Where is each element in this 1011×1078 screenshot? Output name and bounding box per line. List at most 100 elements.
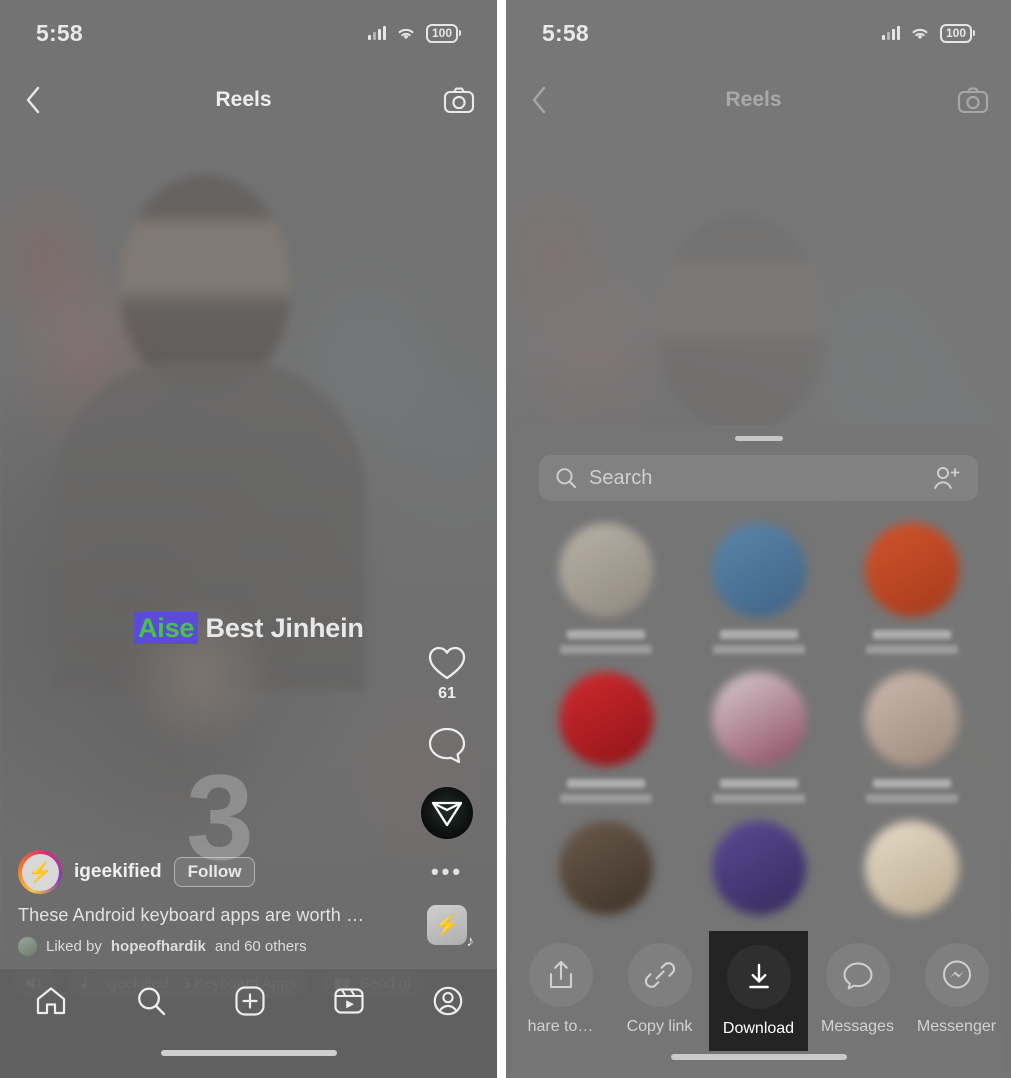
messenger-button[interactable]: Messenger bbox=[907, 931, 1006, 1036]
drag-handle-icon[interactable] bbox=[734, 436, 783, 441]
cellular-bars-icon bbox=[367, 26, 386, 40]
camera-icon[interactable] bbox=[957, 86, 989, 114]
contact-handle bbox=[559, 794, 652, 803]
reels-icon[interactable] bbox=[333, 985, 365, 1017]
download-icon bbox=[726, 945, 791, 1009]
liked-by-suffix: and 60 others bbox=[214, 938, 307, 955]
chevron-left-icon[interactable] bbox=[528, 83, 550, 117]
contact-name bbox=[872, 779, 951, 788]
link-icon bbox=[627, 943, 692, 1007]
status-indicators-right: 100 bbox=[881, 23, 975, 43]
battery-percent-right: 100 bbox=[939, 23, 972, 43]
phone-left-reel-view: 5:58 100 Reels Aise Best Jinhein 3 61 ••… bbox=[0, 0, 497, 1078]
status-bar-right: 5:58 100 bbox=[506, 0, 1011, 66]
copy-link-button[interactable]: Copy link bbox=[610, 931, 709, 1036]
home-icon[interactable] bbox=[34, 985, 68, 1017]
contact-grid bbox=[529, 523, 988, 915]
messages-bubble-icon bbox=[825, 943, 890, 1007]
list-item[interactable] bbox=[682, 821, 835, 915]
battery-nub-right bbox=[973, 30, 975, 36]
copy-link-label: Copy link bbox=[626, 1018, 693, 1035]
author-username[interactable]: igeekified bbox=[74, 861, 162, 883]
contact-avatar bbox=[558, 672, 653, 766]
profile-icon[interactable] bbox=[432, 985, 464, 1017]
subtitle-highlight-word: Aise bbox=[134, 612, 199, 644]
search-icon[interactable] bbox=[135, 985, 167, 1017]
music-note-badge-icon: ♪ bbox=[466, 933, 475, 950]
contact-name bbox=[872, 630, 951, 639]
contact-avatar bbox=[711, 523, 806, 617]
liked-by-avatar bbox=[18, 937, 37, 956]
avatar[interactable]: ⚡ bbox=[18, 850, 62, 894]
subtitle-rest: Best Jinhein bbox=[205, 613, 364, 643]
contact-name bbox=[719, 630, 798, 639]
comment-bubble-icon[interactable] bbox=[427, 725, 467, 765]
list-item[interactable] bbox=[835, 821, 988, 915]
list-item[interactable] bbox=[529, 672, 682, 803]
list-item[interactable] bbox=[529, 523, 682, 654]
messages-button[interactable]: Messages bbox=[808, 931, 907, 1036]
more-slot[interactable]: ••• bbox=[431, 861, 463, 883]
search-input[interactable]: Search bbox=[539, 455, 978, 501]
messenger-label: Messenger bbox=[916, 1018, 997, 1035]
download-button[interactable]: Download bbox=[709, 931, 808, 1051]
video-subtitle-overlay: Aise Best Jinhein bbox=[134, 612, 364, 644]
status-bar: 5:58 100 bbox=[0, 0, 497, 66]
home-indicator bbox=[160, 1050, 337, 1056]
heart-icon[interactable] bbox=[427, 645, 467, 682]
contact-handle bbox=[865, 645, 958, 654]
search-placeholder: Search bbox=[589, 466, 653, 489]
page-title-right: Reels bbox=[725, 88, 782, 111]
contact-name bbox=[566, 779, 645, 788]
list-item[interactable] bbox=[682, 523, 835, 654]
liked-by-prefix: Liked by bbox=[46, 938, 102, 955]
list-item[interactable] bbox=[682, 672, 835, 803]
home-indicator-right bbox=[670, 1054, 847, 1060]
contact-avatar bbox=[711, 821, 806, 915]
caption-text[interactable]: These Android keyboard apps are worth … bbox=[18, 905, 409, 926]
follow-button[interactable]: Follow bbox=[173, 857, 256, 887]
contact-avatar bbox=[864, 821, 959, 915]
avatar-glyph: ⚡ bbox=[21, 853, 59, 891]
reel-header: Reels bbox=[0, 70, 497, 130]
comment-slot[interactable] bbox=[427, 725, 467, 765]
contact-handle bbox=[712, 645, 805, 654]
status-clock: 5:58 bbox=[36, 19, 83, 46]
messenger-icon bbox=[924, 943, 989, 1007]
share-action-bar: hare to… Copy link Download Messages Mes… bbox=[511, 923, 1006, 1051]
two-panel-screenshot: 5:58 100 Reels Aise Best Jinhein 3 61 ••… bbox=[0, 0, 1011, 1078]
page-title: Reels bbox=[215, 88, 272, 111]
list-item[interactable] bbox=[835, 672, 988, 803]
messages-label: Messages bbox=[821, 1018, 894, 1035]
contact-avatar bbox=[558, 821, 653, 915]
like-count: 61 bbox=[438, 685, 456, 702]
share-to-button[interactable]: hare to… bbox=[511, 931, 610, 1036]
camera-icon[interactable] bbox=[443, 86, 475, 114]
share-slot[interactable] bbox=[421, 787, 473, 839]
search-icon bbox=[555, 467, 577, 489]
plus-square-icon[interactable] bbox=[234, 985, 266, 1017]
battery-icon: 100 bbox=[425, 23, 461, 43]
contact-avatar bbox=[558, 523, 653, 617]
liked-by-user[interactable]: hopeofhardik bbox=[111, 938, 206, 955]
share-upload-icon bbox=[528, 943, 593, 1007]
wifi-icon bbox=[909, 25, 931, 41]
battery-percent: 100 bbox=[425, 23, 458, 43]
add-people-icon[interactable] bbox=[932, 465, 962, 491]
list-item[interactable] bbox=[529, 821, 682, 915]
bottom-tab-bar bbox=[0, 968, 497, 1078]
audio-bolt-glyph: ⚡ bbox=[433, 913, 461, 937]
chevron-left-icon[interactable] bbox=[22, 83, 44, 117]
audio-slot[interactable]: ⚡ ♪ bbox=[427, 905, 474, 950]
liked-by-row[interactable]: Liked by hopeofhardik and 60 others bbox=[18, 937, 409, 956]
list-item[interactable] bbox=[835, 523, 988, 654]
more-options-icon[interactable]: ••• bbox=[431, 861, 463, 883]
phone-right-share-sheet: 5:58 100 Reels Search hare to… Copy link… bbox=[506, 0, 1011, 1078]
share-paper-plane-icon[interactable] bbox=[421, 787, 473, 839]
download-label: Download bbox=[722, 1020, 795, 1037]
share-to-label: hare to… bbox=[527, 1018, 594, 1035]
reel-header-right: Reels bbox=[506, 70, 1011, 130]
caption-author-row: ⚡ igeekified Follow bbox=[18, 850, 409, 894]
status-clock-right: 5:58 bbox=[542, 19, 589, 46]
audio-track-thumbnail-icon[interactable]: ⚡ ♪ bbox=[427, 905, 474, 950]
